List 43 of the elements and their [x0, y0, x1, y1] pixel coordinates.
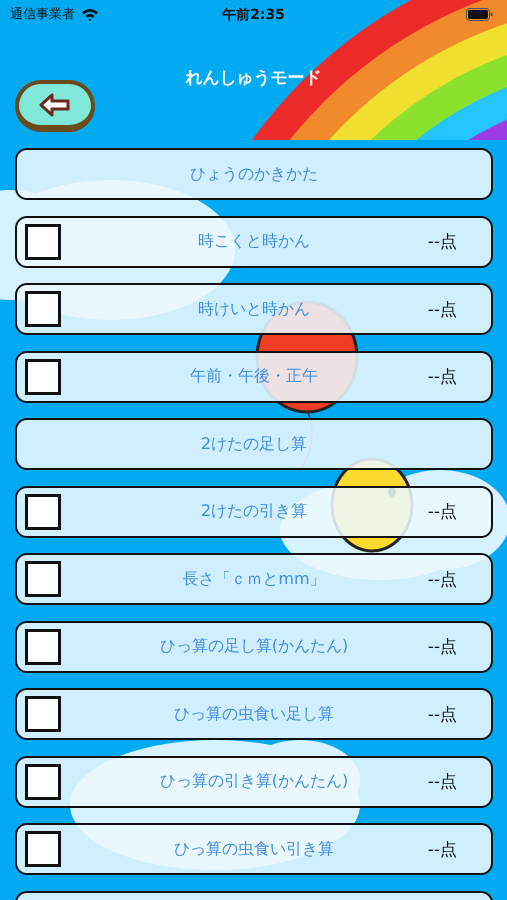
back-button[interactable] — [15, 80, 95, 132]
lesson-row[interactable]: 午前・午後・正午 --点 — [15, 350, 493, 402]
lesson-title: ひっ算の虫食い足し算 — [174, 704, 334, 724]
lesson-score: --点 — [428, 838, 457, 860]
checkbox[interactable] — [25, 291, 61, 327]
lesson-score: --点 — [428, 636, 457, 658]
lesson-title: ひっ算の虫食い引き算 — [174, 838, 334, 860]
lesson-title: 時こくと時かん — [198, 231, 310, 252]
lesson-score: --点 — [428, 568, 457, 590]
lesson-score: --点 — [428, 501, 457, 523]
checkbox[interactable] — [25, 494, 61, 530]
lesson-row[interactable]: ひっ算の虫食い引き算 --点 — [15, 823, 493, 875]
checkbox[interactable] — [25, 831, 61, 867]
checkbox[interactable] — [25, 628, 61, 664]
lesson-row[interactable]: 時こくと時かん --点 — [15, 216, 493, 268]
back-arrow-icon — [39, 92, 71, 116]
lesson-title: ひっ算の足し算(かんたん) — [160, 636, 348, 657]
lesson-row[interactable]: ひっ算の虫食い足し算 --点 — [15, 688, 493, 740]
lesson-row[interactable]: ひっ算の足し算(かんたん) --点 — [15, 620, 493, 672]
carrier-name: 通信事業者 — [10, 6, 75, 23]
lesson-score: --点 — [428, 366, 457, 388]
checkbox[interactable] — [25, 696, 61, 732]
lesson-row[interactable]: 2けたの引き算 --点 — [15, 486, 493, 538]
checkbox[interactable] — [25, 224, 61, 260]
lesson-score: --点 — [428, 298, 457, 320]
battery-icon — [466, 8, 493, 20]
checkbox[interactable] — [25, 764, 61, 800]
status-time: 午前2:35 — [222, 6, 285, 24]
lesson-title: 午前・午後・正午 — [190, 366, 318, 387]
wifi-icon — [81, 8, 99, 20]
lesson-score: --点 — [428, 704, 457, 726]
lesson-score: --点 — [428, 771, 457, 793]
lesson-row[interactable]: ひっ算の引き算(かんたん) --点 — [15, 756, 493, 808]
lesson-title: 長さ「ｃｍとmm」 — [182, 568, 326, 590]
lesson-title: ひっ算の引き算(かんたん) — [160, 771, 348, 792]
checkbox[interactable] — [25, 561, 61, 597]
lesson-title: 2けたの引き算 — [200, 501, 308, 522]
lesson-title: 時けいと時かん — [198, 298, 310, 320]
checkbox[interactable] — [25, 358, 61, 394]
screen-title: れんしゅうモード — [186, 67, 322, 89]
lesson-row[interactable]: 長さ「ｃｍとmm」 --点 — [15, 553, 493, 605]
lesson-score: --点 — [428, 231, 457, 253]
lesson-row[interactable]: 時けいと時かん --点 — [15, 283, 493, 335]
